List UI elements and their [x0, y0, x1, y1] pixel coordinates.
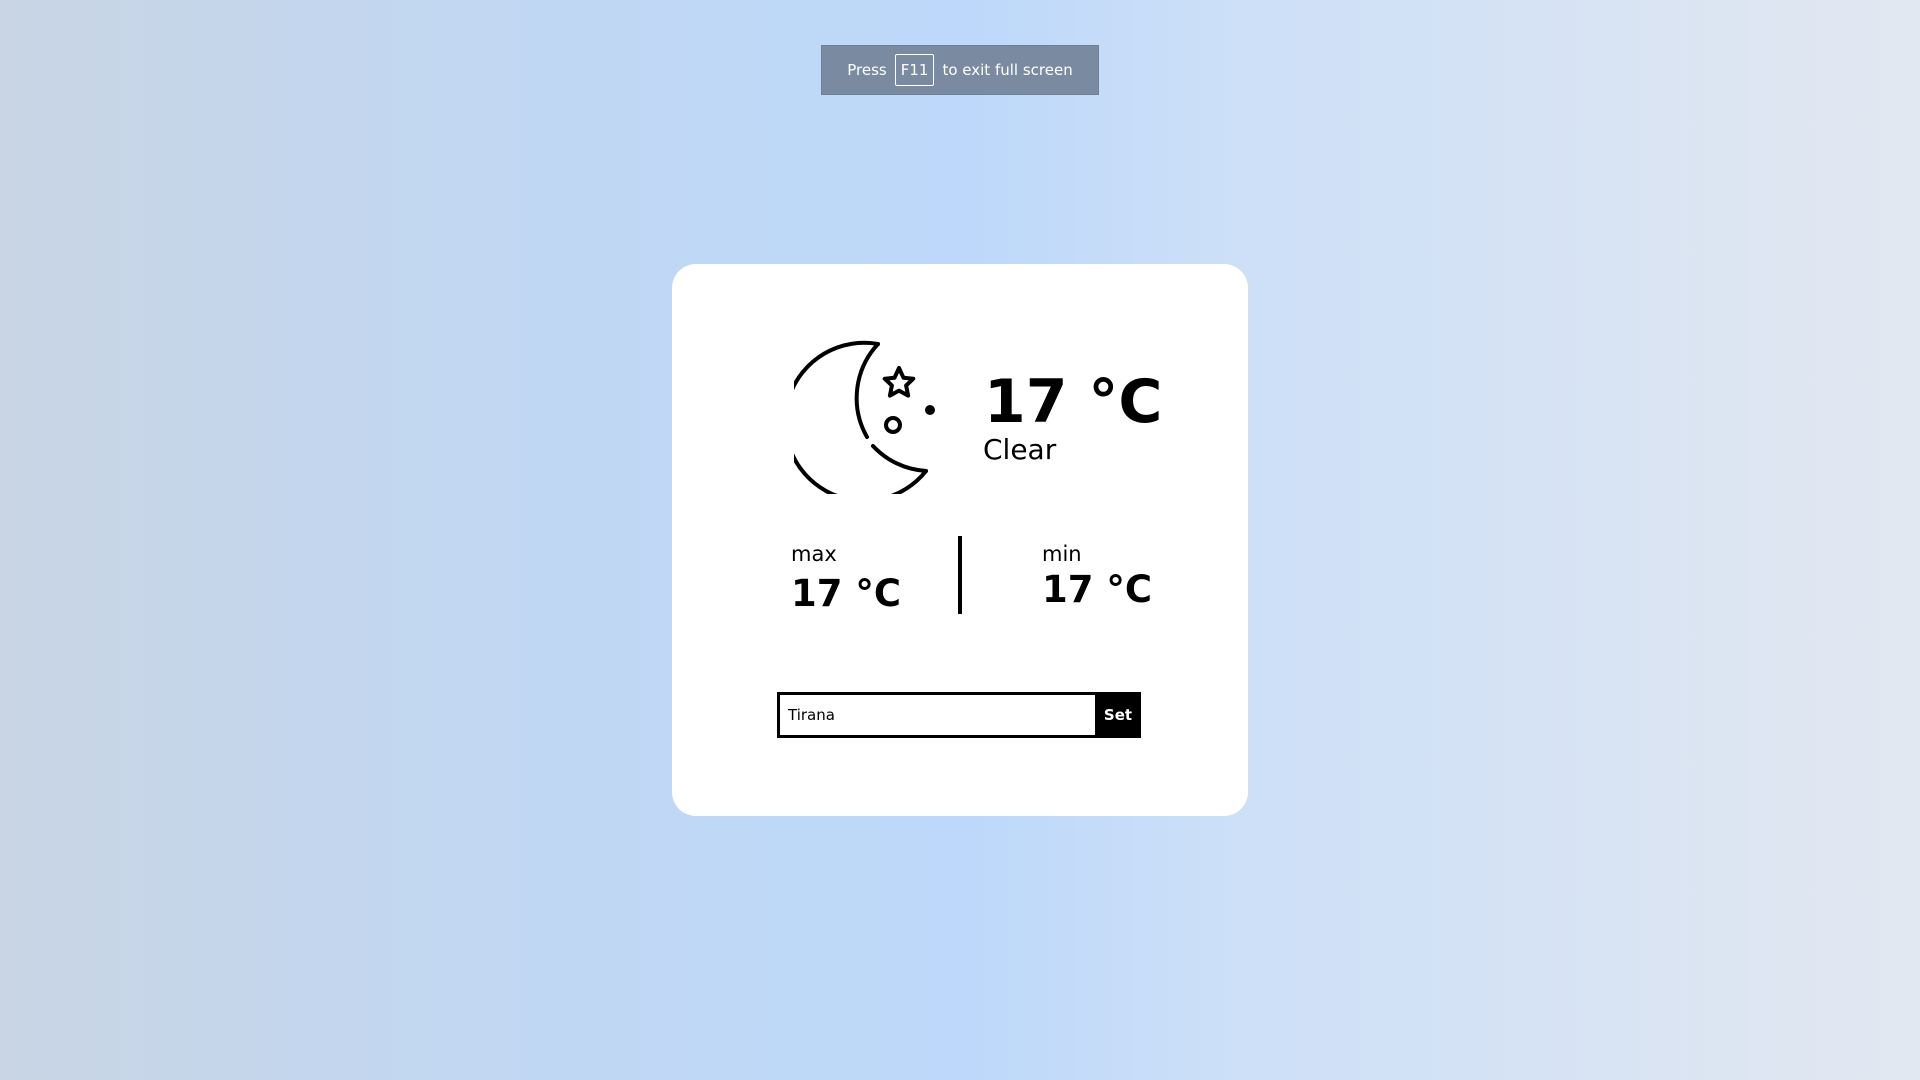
weather-card: 17 °C Clear max 17 °C min 17 °C Set	[672, 264, 1248, 816]
fullscreen-toast-prefix: Press	[847, 61, 887, 79]
fullscreen-toast-suffix: to exit full screen	[942, 61, 1073, 79]
min-label: min	[1042, 542, 1082, 566]
max-label: max	[791, 542, 837, 566]
city-form: Set	[777, 692, 1141, 738]
f11-key-badge: F11	[894, 54, 935, 86]
weather-condition: Clear	[983, 433, 1057, 466]
moon-stars-icon	[794, 340, 935, 494]
max-temperature: 17 °C	[791, 572, 902, 615]
fullscreen-toast: Press F11 to exit full screen	[821, 45, 1099, 95]
city-input[interactable]	[777, 692, 1095, 738]
set-button[interactable]: Set	[1095, 692, 1141, 738]
current-temperature: 17 °C	[984, 367, 1163, 437]
min-temperature: 17 °C	[1042, 568, 1153, 611]
minmax-divider	[958, 536, 962, 614]
